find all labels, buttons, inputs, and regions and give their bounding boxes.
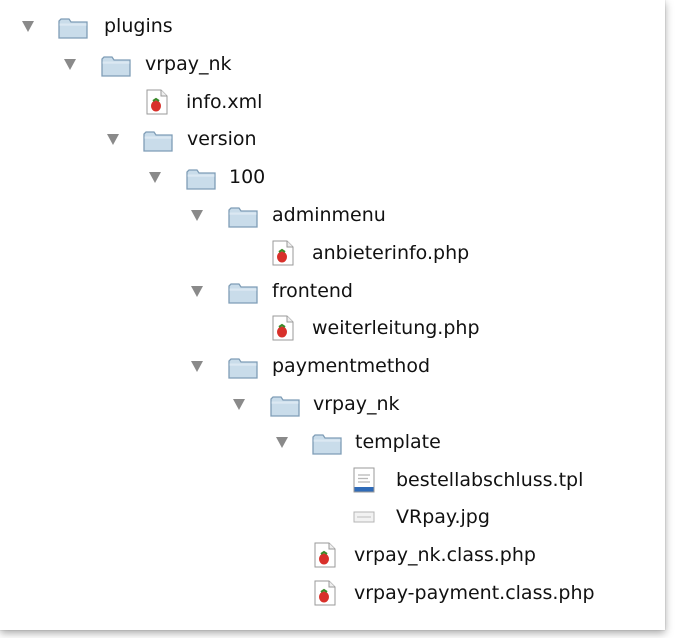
tree-item-label: vrpay-payment.class.php (354, 581, 595, 604)
tree-row-version[interactable]: version (0, 121, 665, 159)
file-tree: plugins vrpay_nk info.xml version 100 ad… (0, 8, 665, 613)
tree-item-label: info.xml (186, 90, 263, 113)
tree-row-vrpay-payment-class-php[interactable]: vrpay-payment.class.php (0, 575, 665, 613)
tree-item-label: weiterleitung.php (312, 317, 480, 340)
tree-item-label: vrpay_nk (145, 52, 232, 75)
php-file-icon (146, 89, 168, 115)
tree-row-vrpay-jpg[interactable]: VRpay.jpg (0, 499, 665, 537)
folder-icon (143, 131, 173, 153)
text-file-icon (353, 467, 375, 493)
tree-row-vrpay-nk-class-php[interactable]: vrpay_nk.class.php (0, 537, 665, 575)
folder-icon (228, 282, 258, 304)
file-tree-panel: plugins vrpay_nk info.xml version 100 ad… (0, 0, 665, 630)
tree-item-label: plugins (104, 15, 173, 37)
disclosure-triangle-icon[interactable] (191, 285, 203, 297)
tree-item-label: frontend (272, 279, 353, 302)
folder-icon (228, 207, 258, 228)
folder-icon (101, 56, 131, 77)
tree-row-vrpay-nk[interactable]: vrpay_nk (0, 46, 665, 84)
tree-item-label: template (355, 430, 441, 453)
disclosure-triangle-icon[interactable] (107, 134, 119, 146)
php-file-icon (314, 580, 336, 606)
image-file-icon (353, 511, 375, 523)
tree-row-adminmenu[interactable]: adminmenu (0, 197, 665, 235)
php-file-icon (272, 240, 294, 266)
php-file-icon (272, 315, 294, 341)
tree-row-vrpay-nk-nested[interactable]: vrpay_nk (0, 386, 665, 424)
tree-item-label: adminmenu (272, 203, 386, 226)
tree-item-label: vrpay_nk.class.php (354, 544, 536, 567)
tree-row-bestellabschluss-tpl[interactable]: bestellabschluss.tpl (0, 462, 665, 500)
tree-row-paymentmethod[interactable]: paymentmethod (0, 348, 665, 386)
disclosure-triangle-icon[interactable] (191, 209, 203, 221)
tree-item-label: bestellabschluss.tpl (396, 468, 584, 491)
disclosure-triangle-icon[interactable] (191, 361, 203, 373)
tree-row-frontend[interactable]: frontend (0, 273, 665, 311)
php-file-icon (314, 542, 336, 568)
disclosure-triangle-icon[interactable] (233, 398, 245, 410)
folder-icon (270, 396, 300, 417)
tree-item-label: vrpay_nk (313, 392, 400, 415)
tree-row-info-xml[interactable]: info.xml (0, 84, 665, 122)
tree-item-label: VRpay.jpg (396, 506, 490, 529)
tree-row-anbieterinfo-php[interactable]: anbieterinfo.php (0, 235, 665, 273)
tree-row-plugins[interactable]: plugins (0, 8, 665, 46)
folder-icon (228, 358, 258, 379)
tree-item-label: version (187, 128, 257, 151)
tree-row-weiterleitung-php[interactable]: weiterleitung.php (0, 310, 665, 348)
tree-row-template[interactable]: template (0, 424, 665, 462)
folder-icon (186, 169, 216, 190)
folder-icon (58, 18, 88, 39)
tree-item-label: anbieterinfo.php (312, 241, 470, 264)
disclosure-triangle-icon[interactable] (64, 58, 76, 70)
tree-row-100[interactable]: 100 (0, 159, 665, 197)
tree-item-label: 100 (229, 166, 266, 189)
tree-item-label: paymentmethod (272, 355, 431, 378)
disclosure-triangle-icon[interactable] (276, 436, 288, 448)
folder-icon (312, 434, 342, 455)
disclosure-triangle-icon[interactable] (149, 172, 161, 184)
disclosure-triangle-icon[interactable] (22, 21, 34, 32)
